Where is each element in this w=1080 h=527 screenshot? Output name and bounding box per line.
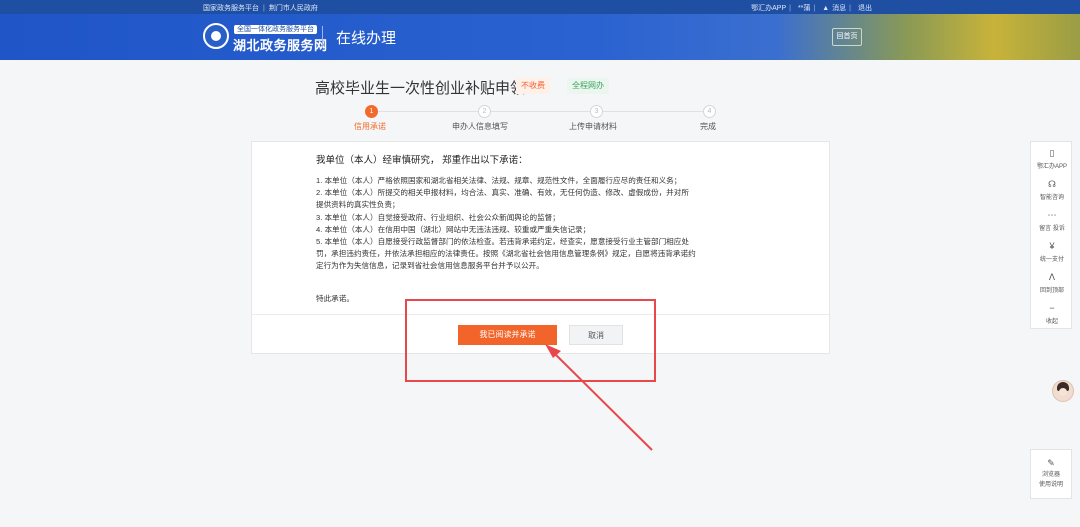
step-2-label: 申办人信息填写 bbox=[452, 122, 508, 131]
fee-badge: 不收费 bbox=[516, 78, 550, 94]
step-4-circle: 4 bbox=[703, 105, 716, 118]
back-to-top-icon: ᐱ bbox=[1048, 272, 1056, 282]
separator: | bbox=[263, 5, 265, 12]
top-bar-right: 鄂汇办APP | **蒲 | ▲ 消息 | 退出 bbox=[748, 3, 872, 13]
sidebar-item-payment[interactable]: ¥ 统一支付 bbox=[1031, 240, 1073, 263]
promise-line: 3. 本单位（本人）自觉接受政府、行业组织、社会公众新闻舆论的监督； bbox=[316, 212, 560, 222]
browser-help-label: 浏览器 bbox=[1041, 472, 1060, 478]
header-section-title: 在线办理 bbox=[336, 30, 397, 47]
promise-closing: 特此承诺。 bbox=[316, 294, 354, 303]
yuan-icon: ¥ bbox=[1049, 241, 1055, 251]
top-utility-bar: 国家政务服务平台 | 荆门市人民政府 鄂汇办APP | **蒲 | ▲ 消息 | 退出 bbox=[0, 0, 1080, 14]
national-platform-link[interactable]: 国家政务服务平台 bbox=[203, 5, 259, 12]
promise-line: 2. 本单位（本人）所提交的相关申报材料，均合法、真实、准确、有效，无任何伪造、… bbox=[316, 188, 689, 198]
step-4-label: 完成 bbox=[700, 122, 716, 131]
step-connector bbox=[490, 111, 590, 112]
step-1-circle: 1 bbox=[365, 105, 378, 118]
app-link[interactable]: 鄂汇办APP bbox=[751, 5, 786, 12]
promise-text: 1. 本单位（本人）严格依照国家和湖北省相关法律、法规、规章、规范性文件，全面履… bbox=[316, 175, 770, 273]
message-icon: ⋯ bbox=[1047, 210, 1057, 220]
sidebar-item-collapse[interactable]: − 收起 bbox=[1031, 302, 1073, 325]
promise-line: 4. 本单位（本人）在信用中国（湖北）网站中无违法违规、较重或严重失信记录； bbox=[316, 224, 591, 234]
logo-title[interactable]: 湖北政务服务网 bbox=[233, 35, 328, 54]
user-name[interactable]: **蒲 bbox=[798, 5, 810, 12]
sidebar-label: 统一支付 bbox=[1039, 257, 1064, 263]
step-connector bbox=[603, 111, 703, 112]
sidebar-label: 收起 bbox=[1045, 319, 1058, 325]
site-header: 全国一体化政务服务平台 湖北政务服务网 在线办理 回首页 bbox=[0, 14, 1080, 60]
jingmen-gov-link[interactable]: 荆门市人民政府 bbox=[269, 5, 318, 12]
page-title: 高校毕业生一次性创业补贴申领 bbox=[315, 80, 526, 97]
collapse-icon: − bbox=[1049, 303, 1055, 313]
promise-line: 5. 本单位（本人）自愿接受行政监督部门的依法检查。若违背承诺约定，经查实，愿意… bbox=[316, 237, 689, 247]
sidebar-label: 留言 投诉 bbox=[1039, 226, 1065, 232]
header-divider bbox=[322, 26, 323, 48]
separator: | bbox=[849, 5, 851, 12]
browser-help-label: 使用说明 bbox=[1038, 482, 1063, 488]
promise-line: 罚，承担违约责任，并依法承担相应的法律责任。按照《湖北省社会信用信息管理条例》规… bbox=[316, 249, 696, 259]
edit-icon: ✎ bbox=[1047, 458, 1055, 468]
online-badge: 全程网办 bbox=[567, 78, 609, 94]
sidebar-label: 鄂汇办APP bbox=[1036, 164, 1067, 170]
logout-link[interactable]: 退出 bbox=[858, 5, 872, 12]
top-bar-left: 国家政务服务平台 | 荆门市人民政府 bbox=[203, 3, 318, 13]
sidebar-item-back-to-top[interactable]: ᐱ 回到顶部 bbox=[1031, 271, 1073, 294]
step-connector bbox=[377, 111, 478, 112]
emblem-icon[interactable] bbox=[203, 23, 229, 49]
assistant-avatar[interactable] bbox=[1052, 380, 1074, 402]
right-toolbar: ▯ 鄂汇办APP ☊ 智能咨询 ⋯ 留言 投诉 ¥ 统一支付 ᐱ 回到顶部 − … bbox=[1030, 141, 1072, 329]
sidebar-label: 智能咨询 bbox=[1039, 195, 1064, 201]
step-3-circle: 3 bbox=[590, 105, 603, 118]
browser-help-button[interactable]: ✎ 浏览器 使用说明 bbox=[1030, 449, 1072, 499]
promise-line: 1. 本单位（本人）严格依照国家和湖北省相关法律、法规、规章、规范性文件，全面履… bbox=[316, 176, 682, 185]
bell-icon[interactable]: ▲ bbox=[822, 5, 829, 12]
phone-icon: ▯ bbox=[1049, 148, 1055, 158]
step-3-label: 上传申请材料 bbox=[569, 122, 617, 131]
messages-link[interactable]: 消息 bbox=[832, 5, 846, 12]
separator: | bbox=[789, 5, 791, 12]
sidebar-item-feedback[interactable]: ⋯ 留言 投诉 bbox=[1031, 209, 1073, 232]
sidebar-item-app[interactable]: ▯ 鄂汇办APP bbox=[1031, 147, 1073, 170]
promise-line: 提供资料的真实性负责； bbox=[316, 200, 400, 210]
step-1-label: 信用承诺 bbox=[354, 122, 386, 131]
logo-subtitle: 全国一体化政务服务平台 bbox=[234, 25, 317, 34]
annotation-highlight-box bbox=[405, 299, 656, 382]
sidebar-item-consult[interactable]: ☊ 智能咨询 bbox=[1031, 178, 1073, 201]
home-button[interactable]: 回首页 bbox=[832, 28, 862, 46]
step-2-circle: 2 bbox=[478, 105, 491, 118]
promise-line: 定行为作为失信信息，记录到省社会信用信息服务平台并予以公开。 bbox=[316, 261, 544, 271]
separator: | bbox=[813, 5, 816, 12]
promise-heading: 我单位（本人）经审慎研究， 郑重作出以下承诺： bbox=[316, 155, 528, 166]
sidebar-label: 回到顶部 bbox=[1039, 288, 1064, 294]
headset-icon: ☊ bbox=[1048, 179, 1056, 189]
